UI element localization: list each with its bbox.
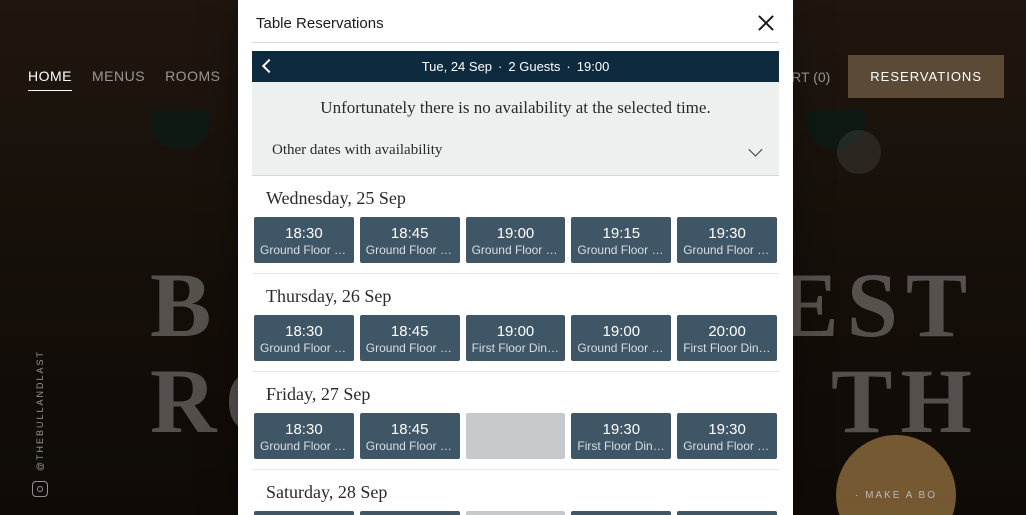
slot-room: Ground Floor Pu... xyxy=(681,439,773,453)
instagram-handle[interactable]: @THEBULLANDLAST xyxy=(35,350,45,471)
selection-summary-bar: Tue, 24 Sep·2 Guests·19:00 xyxy=(252,51,779,82)
slot-room: Ground Floor - P... xyxy=(364,243,456,257)
time-slot[interactable]: 18:30Ground Floor Pu... xyxy=(254,413,354,459)
nav-home[interactable]: HOME xyxy=(28,68,72,91)
slot-room: Ground Floor - P... xyxy=(681,243,773,257)
no-availability-message: Unfortunately there is no availability a… xyxy=(252,82,779,128)
main-nav: HOME MENUS ROOMS SHO xyxy=(28,68,272,91)
lamp-decor xyxy=(150,110,210,150)
summary-guests: 2 Guests xyxy=(508,59,560,74)
nav-right: ART (0) RESERVATIONS xyxy=(782,55,1004,98)
slot-time: 19:30 xyxy=(681,421,773,439)
no-availability-panel: Unfortunately there is no availability a… xyxy=(252,82,779,176)
other-dates-label: Other dates with availability xyxy=(272,142,442,159)
other-dates-toggle[interactable]: Other dates with availability xyxy=(252,128,779,175)
slot-time: 19:15 xyxy=(575,225,667,243)
slot-room: First Floor Dinin... xyxy=(681,341,773,355)
selection-summary: Tue, 24 Sep·2 Guests·19:00 xyxy=(252,59,779,74)
slot-room: Ground Floor - P... xyxy=(575,243,667,257)
slot-time: 20:00 xyxy=(681,323,773,341)
slot-row: 18:30Ground Floor - P...18:45Ground Floo… xyxy=(252,217,779,263)
slot-row: 15:30 15:30 21:00 21:15 xyxy=(252,511,779,515)
time-slot[interactable]: 18:30Ground Floor Pu... xyxy=(254,315,354,361)
date-group: Thursday, 26 Sep18:30Ground Floor Pu...1… xyxy=(252,274,779,372)
slot-time: 18:30 xyxy=(258,421,350,439)
modal-title: Table Reservations xyxy=(256,15,384,32)
slot-time: 19:30 xyxy=(575,421,667,439)
slot-room: Ground Floor Pu... xyxy=(364,439,456,453)
summary-date: Tue, 24 Sep xyxy=(422,59,492,74)
time-slot-empty xyxy=(466,511,566,515)
time-slot[interactable]: 21:15 xyxy=(677,511,777,515)
time-slot[interactable]: 19:00Ground Floor - P... xyxy=(466,217,566,263)
slot-room: First Floor Dinin... xyxy=(470,341,562,355)
slot-room: First Floor Dinin... xyxy=(575,439,667,453)
time-slot[interactable]: 18:45Ground Floor - P... xyxy=(360,217,460,263)
slot-room: Ground Floor - P... xyxy=(258,243,350,257)
slot-row: 18:30Ground Floor Pu...18:45Ground Floor… xyxy=(252,413,779,459)
lamp-decor xyxy=(806,110,866,150)
instagram-icon[interactable] xyxy=(32,481,48,497)
time-slot[interactable]: 19:30First Floor Dinin... xyxy=(571,413,671,459)
close-icon[interactable] xyxy=(757,14,775,32)
nav-menus[interactable]: MENUS xyxy=(92,68,145,91)
reservation-modal: Table Reservations Tue, 24 Sep·2 Guests·… xyxy=(238,0,793,515)
slot-time: 19:00 xyxy=(575,323,667,341)
time-slot[interactable]: 19:30Ground Floor - P... xyxy=(677,217,777,263)
slot-time: 19:30 xyxy=(681,225,773,243)
nav-rooms[interactable]: ROOMS xyxy=(165,68,220,91)
slot-time: 18:45 xyxy=(364,323,456,341)
time-slot[interactable]: 19:15Ground Floor - P... xyxy=(571,217,671,263)
time-slot[interactable]: 19:00First Floor Dinin... xyxy=(466,315,566,361)
date-group: Saturday, 28 Sep15:30 15:30 21:00 21:15 xyxy=(252,470,779,515)
slot-room: Ground Floor Pu... xyxy=(258,439,350,453)
date-label: Thursday, 26 Sep xyxy=(252,286,779,315)
slot-time: 18:30 xyxy=(258,323,350,341)
chevron-down-icon xyxy=(748,142,762,156)
slot-room: Ground Floor Pu... xyxy=(258,341,350,355)
slot-room: Ground Floor Pu... xyxy=(575,341,667,355)
time-slot[interactable]: 18:30Ground Floor - P... xyxy=(254,217,354,263)
slot-time: 18:30 xyxy=(258,225,350,243)
date-group: Friday, 27 Sep18:30Ground Floor Pu...18:… xyxy=(252,372,779,470)
date-group: Wednesday, 25 Sep18:30Ground Floor - P..… xyxy=(252,176,779,274)
time-slot-empty xyxy=(466,413,566,459)
slot-time: 18:45 xyxy=(364,421,456,439)
reservations-button[interactable]: RESERVATIONS xyxy=(848,55,1004,98)
divider xyxy=(252,42,779,43)
time-slot[interactable]: 20:00First Floor Dinin... xyxy=(677,315,777,361)
time-slot[interactable]: 15:30 xyxy=(254,511,354,515)
slot-time: 18:45 xyxy=(364,225,456,243)
slot-room: Ground Floor - P... xyxy=(470,243,562,257)
time-slot[interactable]: 18:45Ground Floor Pu... xyxy=(360,413,460,459)
social-rail: @THEBULLANDLAST xyxy=(32,350,48,497)
availability-list: Wednesday, 25 Sep18:30Ground Floor - P..… xyxy=(252,176,779,515)
time-slot[interactable]: 21:00 xyxy=(571,511,671,515)
slot-time: 19:00 xyxy=(470,323,562,341)
summary-time: 19:00 xyxy=(577,59,610,74)
slot-room: Ground Floor Pu... xyxy=(364,341,456,355)
time-slot[interactable]: 15:30 xyxy=(360,511,460,515)
modal-header: Table Reservations xyxy=(238,0,793,42)
date-label: Wednesday, 25 Sep xyxy=(252,188,779,217)
time-slot[interactable]: 19:00Ground Floor Pu... xyxy=(571,315,671,361)
slot-time: 19:00 xyxy=(470,225,562,243)
date-label: Friday, 27 Sep xyxy=(252,384,779,413)
date-label: Saturday, 28 Sep xyxy=(252,482,779,511)
time-slot[interactable]: 18:45Ground Floor Pu... xyxy=(360,315,460,361)
time-slot[interactable]: 19:30Ground Floor Pu... xyxy=(677,413,777,459)
slot-row: 18:30Ground Floor Pu...18:45Ground Floor… xyxy=(252,315,779,361)
